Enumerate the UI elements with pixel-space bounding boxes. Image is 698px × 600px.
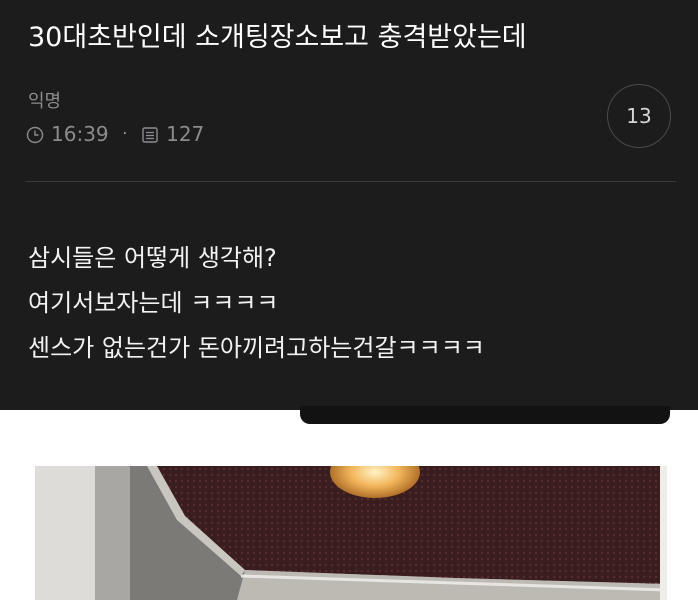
post-card: 30대초반인데 소개팅장소보고 충격받았는데 익명 16:39 · 127 13… xyxy=(0,0,698,410)
document-icon xyxy=(141,125,159,143)
meta-separator: · xyxy=(122,126,128,142)
author-name[interactable]: 익명 xyxy=(28,87,61,113)
body-line: 여기서보자는데 ㅋㅋㅋㅋ xyxy=(28,289,279,317)
comment-count-button[interactable]: 13 xyxy=(607,84,671,148)
body-line: 삼시들은 어떻게 생각해? xyxy=(28,244,277,272)
post-time: 16:39 xyxy=(51,122,109,146)
comment-count: 13 xyxy=(626,104,652,128)
post-title: 30대초반인데 소개팅장소보고 충격받았는데 xyxy=(28,22,527,53)
post-meta: 16:39 · 127 xyxy=(26,120,204,148)
post-image[interactable] xyxy=(35,466,667,600)
image-edge xyxy=(300,406,670,424)
view-count: 127 xyxy=(166,122,205,146)
divider xyxy=(26,181,676,182)
clock-icon xyxy=(26,125,44,144)
body-line: 센스가 없는건가 돈아끼려고하는건갈ㅋㅋㅋㅋ xyxy=(28,334,485,362)
